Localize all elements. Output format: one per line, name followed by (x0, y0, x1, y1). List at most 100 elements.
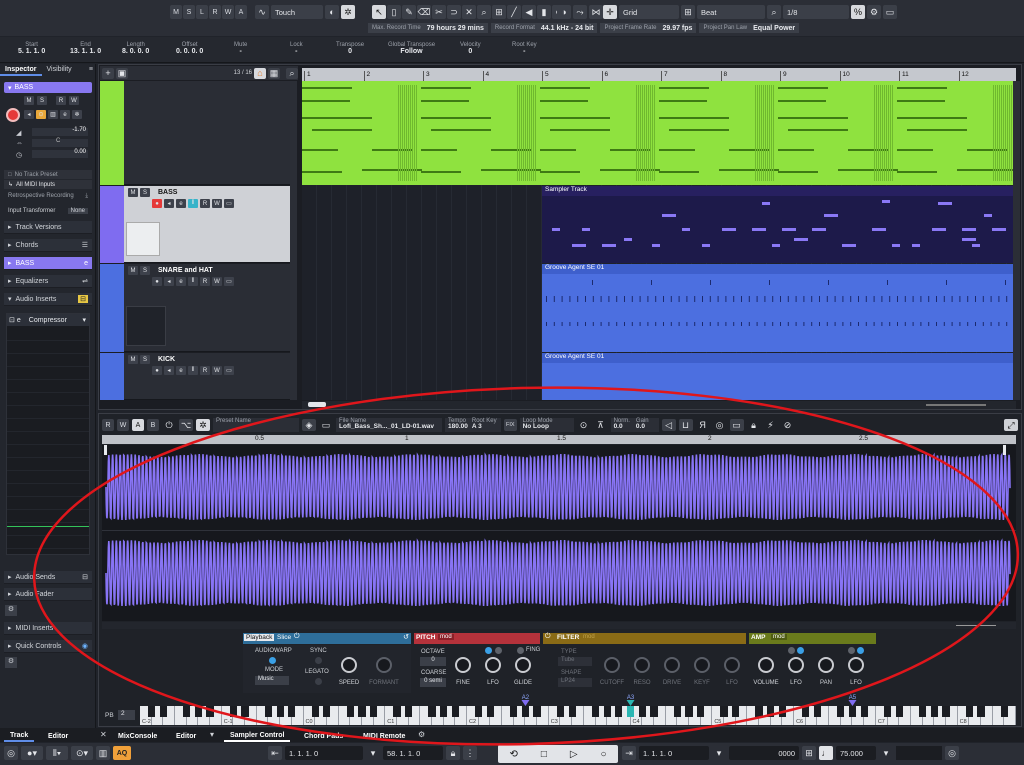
info-global-transpose[interactable]: Global Transpose Follow (388, 42, 435, 55)
waveform-mode-icon[interactable]: ⦀▾ (46, 746, 68, 760)
piano-keyboard[interactable]: C-2 C-1 C0 C1 C2 C3 C4 C5 C6 C7 C8 (140, 706, 1016, 725)
fix-button[interactable]: FIX (504, 419, 517, 431)
black-key[interactable] (813, 706, 822, 717)
filter-power-icon[interactable]: ⏻ (545, 633, 551, 641)
pan-lfo-knob[interactable] (848, 657, 864, 673)
black-key[interactable] (895, 706, 903, 717)
eraser-tool-icon[interactable]: ⌫ (417, 5, 431, 19)
input-transformer-select[interactable]: None (67, 207, 88, 214)
filter-shape-select[interactable]: LP24 (558, 678, 592, 687)
lock-icon[interactable]: ⊔ (678, 419, 693, 431)
amp-mod-button[interactable]: mod (771, 634, 787, 640)
section-quick-controls[interactable]: ▸ Quick Controls ◉ (4, 640, 92, 653)
track-edit-button[interactable]: e (176, 277, 186, 286)
black-key[interactable] (510, 706, 518, 717)
inspector-solo-button[interactable]: S (37, 96, 47, 105)
track-write-button[interactable]: W (212, 366, 222, 375)
time-display[interactable]: 0000 (729, 746, 799, 760)
tab-inspector[interactable]: Inspector (0, 64, 42, 76)
mode-select[interactable]: Music (255, 676, 289, 685)
sampler-read-button[interactable]: R (102, 419, 114, 431)
drive-knob[interactable] (664, 657, 680, 673)
split-tool-icon[interactable]: ✂ (432, 5, 446, 19)
black-key[interactable] (194, 706, 202, 717)
groove-agent-event-kick[interactable]: Groove Agent SE 01 (542, 353, 1014, 400)
reso-knob[interactable] (634, 657, 650, 673)
track-monitor-button[interactable]: ◂ (164, 366, 174, 375)
midi-icon[interactable]: Я (696, 419, 710, 431)
track-read-button[interactable]: R (200, 277, 210, 286)
section-chords[interactable]: ▸ Chords ☰ (4, 239, 92, 252)
black-key[interactable] (883, 706, 892, 717)
stop-icon[interactable]: □ (541, 749, 547, 760)
pointer-tool-icon[interactable]: ↖ (372, 5, 386, 19)
aq-button[interactable]: AQ (113, 746, 131, 760)
legato-toggle[interactable] (315, 678, 322, 685)
open-editor-icon[interactable]: ⤢ (1004, 419, 1018, 431)
black-key[interactable] (638, 706, 646, 717)
black-key[interactable] (860, 706, 868, 717)
track-lanes-button[interactable]: ▭ (224, 199, 234, 208)
lock-padlock-icon[interactable]: 🔒︎ (747, 419, 761, 431)
auto-button[interactable]: A (235, 5, 247, 19)
search-icon[interactable]: ⌕ (286, 67, 298, 79)
auto-scroll-icon[interactable]: ✲ (341, 5, 355, 19)
comp-tool-icon[interactable]: ⊞ (492, 5, 506, 19)
inspector-menu-icon[interactable]: ≡ (86, 64, 96, 76)
track-preset-field[interactable]: □ No Track Preset (4, 170, 92, 179)
black-key[interactable] (1000, 706, 1008, 717)
black-key[interactable] (720, 706, 728, 717)
midi-input-select[interactable]: ↳ All MIDI Inputs (4, 180, 92, 189)
inspector-track-header[interactable]: ▾ BASS (4, 82, 92, 93)
track-read-button[interactable]: R (200, 366, 210, 375)
preset-browser-icon[interactable]: ◈ (302, 419, 316, 431)
black-key[interactable] (755, 706, 763, 717)
fing-toggle[interactable] (517, 647, 524, 654)
settings-icon[interactable]: ⚙ (418, 730, 425, 739)
record-mode-icon[interactable]: ●▾ (21, 746, 43, 760)
folder-icon[interactable]: ▭ (319, 419, 333, 431)
delay-slider[interactable]: 0.00 (32, 149, 88, 158)
home-icon[interactable]: ⌂ (254, 67, 266, 79)
norm-gain-field[interactable]: Norm. 0.0 Gain 0.0 (610, 418, 659, 432)
active-key[interactable] (626, 706, 635, 717)
info-start[interactable]: Start 5. 1. 1. 0 (18, 42, 45, 55)
zoom-slider[interactable] (926, 404, 986, 406)
zoom-tool-icon[interactable]: ⌕ (477, 5, 491, 19)
track-write-button[interactable]: W (212, 277, 222, 286)
black-key[interactable] (276, 706, 284, 717)
track-lanes-button[interactable]: ▭ (224, 277, 234, 286)
power-icon[interactable]: ⏻ (162, 419, 176, 431)
black-key[interactable] (405, 706, 413, 717)
formant-knob[interactable] (376, 657, 392, 673)
section-midi-inserts[interactable]: ▸ MIDI Inserts (4, 622, 92, 635)
freeze-icon[interactable]: ❄ (72, 110, 82, 119)
retrospective-recording[interactable]: Retrospective Recording ⤓ (4, 193, 92, 202)
event-vertical-scrollbar[interactable] (1013, 81, 1020, 400)
metronome-icon[interactable]: ⋮ (463, 746, 477, 760)
black-key[interactable] (241, 706, 249, 717)
tempo-track-icon[interactable]: ♩ (819, 746, 833, 760)
black-key[interactable] (591, 706, 600, 717)
black-key[interactable] (451, 706, 459, 717)
track-solo-button[interactable]: S (140, 188, 150, 197)
sampler-b-button[interactable]: B (147, 419, 159, 431)
grid-snap-icon[interactable]: ✛ (603, 5, 617, 19)
black-key[interactable] (930, 706, 938, 717)
tab-midi-remote[interactable]: MIDI Remote (357, 730, 411, 742)
monitor-icon[interactable]: ◂ (24, 110, 34, 119)
bass-green-event[interactable] (302, 81, 1014, 185)
black-key[interactable] (615, 706, 623, 717)
black-key[interactable] (369, 706, 378, 717)
tab-visibility[interactable]: Visibility (42, 64, 77, 76)
track-record-button[interactable]: ● (152, 366, 162, 375)
play-icon[interactable]: ▷ (570, 749, 578, 760)
track-visibility-icon[interactable]: ▦ (268, 67, 280, 79)
black-key[interactable] (942, 706, 950, 717)
track-row-kick[interactable]: M S KICK ● ◂ e ⦀ R W ▭ (124, 353, 296, 400)
track-instrument-button[interactable]: ⦀ (188, 199, 198, 208)
track-record-button[interactable]: ● (152, 199, 162, 208)
pencil-tool-icon[interactable]: ✎ (402, 5, 416, 19)
sampler-a-button[interactable]: A (132, 419, 144, 431)
black-key[interactable] (802, 706, 810, 717)
